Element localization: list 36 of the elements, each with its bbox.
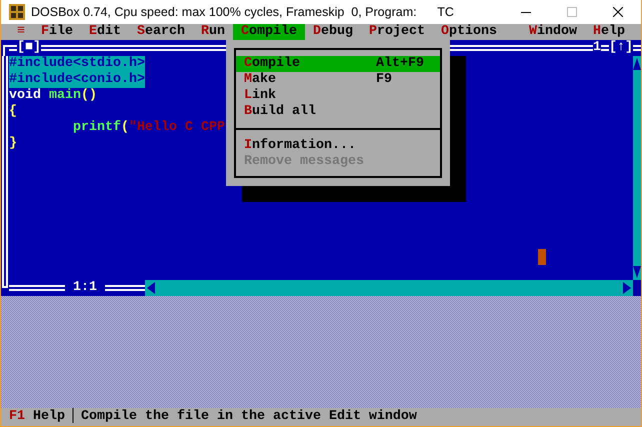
help-label: Help <box>32 409 65 425</box>
status-divider: │ <box>68 409 78 425</box>
menu-item[interactable]: Project <box>361 24 433 40</box>
menu-item[interactable]: Edit <box>81 24 129 40</box>
vertical-scrollbar[interactable] <box>633 56 641 280</box>
menu-item[interactable]: Options <box>433 24 505 40</box>
text-cursor <box>538 249 546 265</box>
horizontal-scrollbar[interactable] <box>145 280 633 296</box>
menu-item[interactable]: Window <box>521 24 585 40</box>
close-box[interactable]: [■] <box>17 40 41 56</box>
frame-line <box>601 45 609 51</box>
close-icon <box>613 7 623 17</box>
menu-item[interactable]: Search <box>129 24 193 40</box>
code-line: printf("Hello C CPP <box>72 120 225 136</box>
menu-item[interactable]: File <box>33 24 81 40</box>
menu-command[interactable]: Build all <box>236 104 440 120</box>
menu-command[interactable]: Information... <box>236 138 440 154</box>
window-title: DOSBox 0.74, Cpu speed: max 100% cycles, Frameskip 0, Program: TC <box>31 4 454 21</box>
menu-item[interactable]: Run <box>193 24 233 40</box>
maximize-icon <box>567 7 577 17</box>
menu-item[interactable]: Help <box>585 24 633 40</box>
cursor-position: 1:1 <box>72 280 98 296</box>
status-message: Compile the file in the active Edit window <box>81 409 417 425</box>
menu-command[interactable]: Make F9 <box>236 72 440 88</box>
code-line: } <box>9 136 17 152</box>
frame-line <box>9 285 65 291</box>
zoom-box[interactable]: [↑] <box>609 40 633 56</box>
app-icon <box>9 4 25 20</box>
code-line: void main() <box>9 88 97 104</box>
menu-item[interactable]: Debug <box>305 24 361 40</box>
window-number: 1 <box>593 40 601 56</box>
frame-line <box>9 45 17 51</box>
menu-command[interactable]: Link <box>236 88 440 104</box>
menu-command[interactable]: Compile Alt+F9 <box>236 56 440 72</box>
menu-item[interactable]: Compile <box>233 24 305 40</box>
code-line: { <box>9 104 17 120</box>
